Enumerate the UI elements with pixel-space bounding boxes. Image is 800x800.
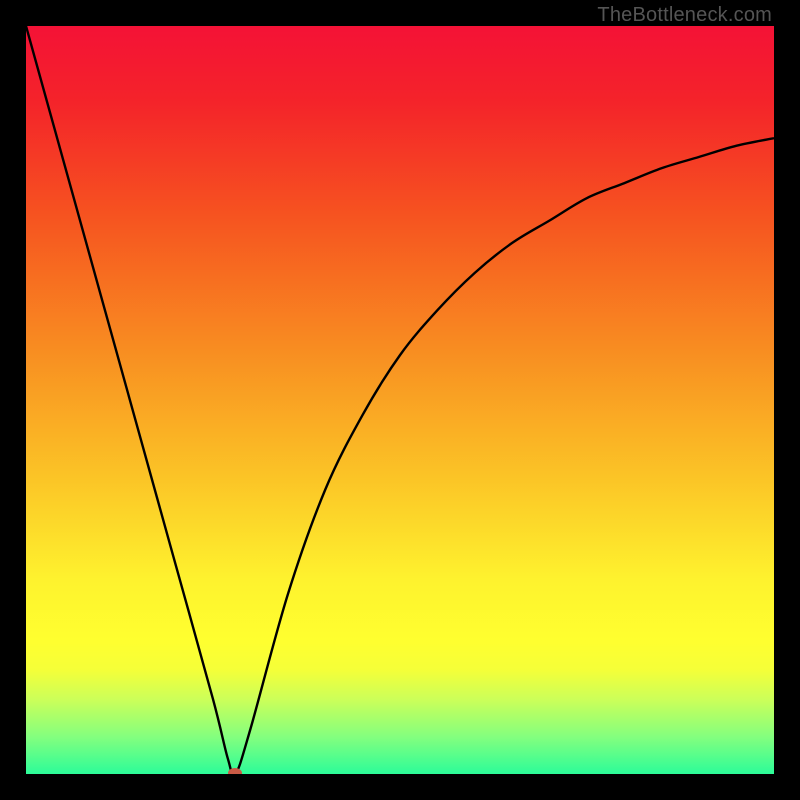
optimal-point-marker [228, 768, 242, 774]
watermark-text: TheBottleneck.com [597, 4, 772, 27]
chart-frame: TheBottleneck.com [0, 0, 800, 800]
plot-area [26, 26, 774, 774]
bottleneck-curve [26, 26, 774, 774]
